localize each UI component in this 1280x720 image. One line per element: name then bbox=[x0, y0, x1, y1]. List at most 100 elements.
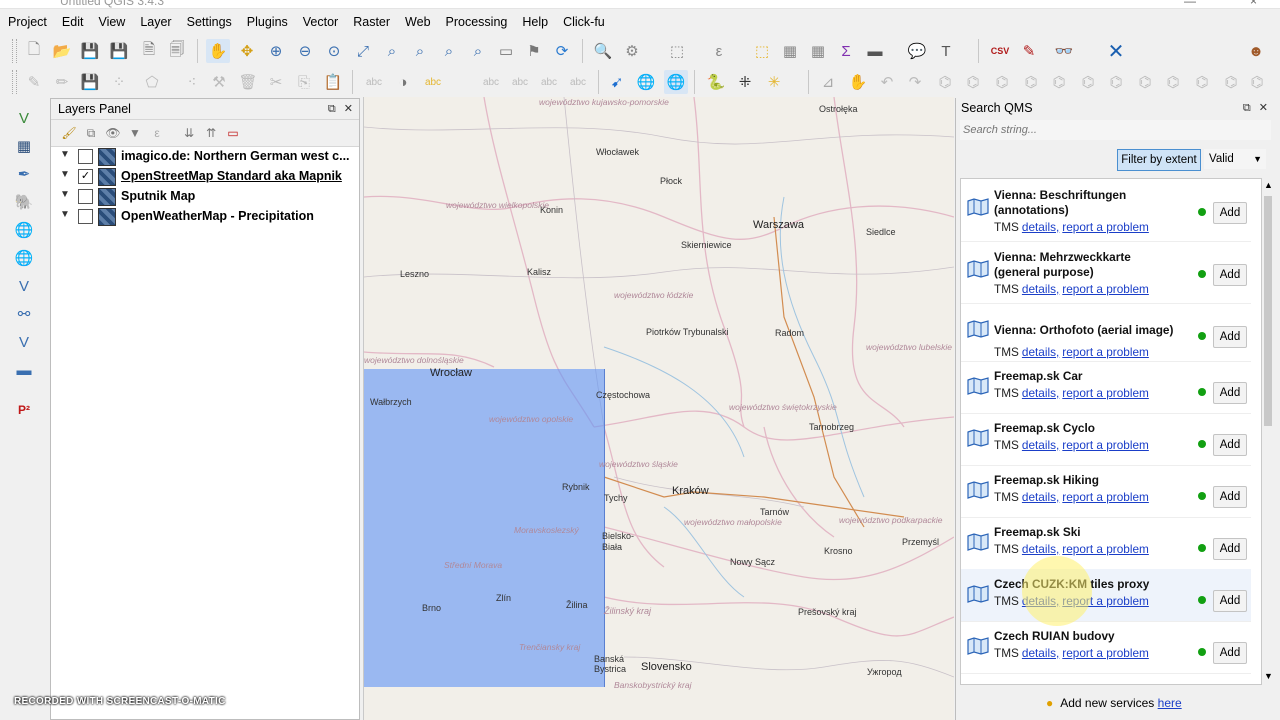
details-link[interactable]: details, bbox=[1022, 490, 1059, 504]
status-filter-select[interactable]: Valid ▼ bbox=[1204, 149, 1266, 169]
details-link[interactable]: details, bbox=[1022, 646, 1059, 660]
details-link[interactable]: details, bbox=[1022, 282, 1059, 296]
menu-settings[interactable]: Settings bbox=[179, 12, 239, 32]
identify-icon[interactable]: 🔍 bbox=[591, 39, 615, 63]
toolbar-grip[interactable] bbox=[12, 39, 17, 63]
split-parts-icon[interactable]: ⌬ bbox=[1047, 70, 1071, 94]
scroll-thumb[interactable] bbox=[1264, 196, 1272, 426]
collapse-all-icon[interactable]: ⇈ bbox=[199, 121, 223, 145]
expand-arrow-icon[interactable]: ▼ bbox=[60, 209, 70, 220]
reshape-icon[interactable]: ⌬ bbox=[961, 70, 985, 94]
measure-icon[interactable]: ▬ bbox=[863, 39, 887, 63]
report-problem-link[interactable]: report a problem bbox=[1062, 438, 1149, 452]
add-part-icon[interactable]: ⌬ bbox=[1219, 70, 1243, 94]
layer-row[interactable]: ▼ imagico.de: Northern German west c... bbox=[51, 147, 357, 167]
expand-arrow-icon[interactable]: ▼ bbox=[60, 169, 70, 180]
delete-selected-icon[interactable]: 🗑 bbox=[236, 70, 260, 94]
plugin-grid-icon[interactable]: ⁜ bbox=[733, 70, 757, 94]
qms-search-icon[interactable]: 🌐 bbox=[634, 70, 658, 94]
scroll-up-icon[interactable]: ▲ bbox=[1264, 180, 1273, 190]
plugin-x-icon[interactable]: ✕ bbox=[1104, 39, 1128, 63]
split-features-icon[interactable]: ⌬ bbox=[1019, 70, 1043, 94]
merge-attributes-icon[interactable]: ⌬ bbox=[1104, 70, 1128, 94]
style-manager-icon[interactable]: ◑ bbox=[391, 70, 415, 94]
add-service-button[interactable]: Add bbox=[1213, 434, 1247, 456]
expand-arrow-icon[interactable]: ▼ bbox=[60, 189, 70, 200]
refresh-icon[interactable]: ⟳ bbox=[550, 39, 574, 63]
menu-layer[interactable]: Layer bbox=[132, 12, 178, 32]
details-link[interactable]: details, bbox=[1022, 542, 1059, 556]
select-features-icon[interactable]: ⬚ bbox=[665, 39, 689, 63]
add-service-button[interactable]: Add bbox=[1213, 264, 1247, 286]
text-annotation-icon[interactable]: T bbox=[934, 39, 958, 63]
close-window-button[interactable]: × bbox=[1250, 0, 1257, 8]
details-link[interactable]: details, bbox=[1022, 438, 1059, 452]
digitize-icon[interactable]: ⁘ bbox=[107, 70, 131, 94]
merge-features-icon[interactable]: ⌬ bbox=[1076, 70, 1100, 94]
add-services-link[interactable]: here bbox=[1158, 696, 1182, 710]
new-map-view-icon[interactable]: ▭ bbox=[494, 39, 518, 63]
select-cursor-icon[interactable]: ➹ bbox=[605, 70, 629, 94]
close-panel-icon[interactable]: ✕ bbox=[344, 103, 353, 115]
qms-panel-icon[interactable]: 🌐 bbox=[664, 70, 688, 94]
new-print-layout-icon[interactable]: 🗎 bbox=[137, 39, 161, 63]
add-service-button[interactable]: Add bbox=[1213, 202, 1247, 224]
statistics-icon[interactable]: Σ bbox=[834, 39, 858, 63]
pan-to-selection-icon[interactable]: ✥ bbox=[235, 39, 259, 63]
layout-manager-icon[interactable]: 🗐 bbox=[165, 39, 189, 63]
zoom-next-icon[interactable]: ⌕ bbox=[466, 39, 490, 63]
service-row[interactable]: Czech RUIAN budovy TMS details, report a pr… bbox=[961, 621, 1251, 674]
redo-icon[interactable]: ↷ bbox=[903, 70, 927, 94]
menu-plugins[interactable]: Plugins bbox=[239, 12, 295, 32]
copy-features-icon[interactable]: ⎘ bbox=[292, 70, 316, 94]
label-tool-icon[interactable]: abc bbox=[362, 70, 386, 94]
map-tips-icon[interactable]: 💬 bbox=[905, 39, 929, 63]
menu-vector[interactable]: Vector bbox=[295, 12, 345, 32]
menu-clickfu[interactable]: Click-fu bbox=[555, 12, 612, 32]
add-delimited-text-icon[interactable]: V bbox=[12, 330, 36, 354]
layer-row[interactable]: ▼ OpenWeatherMap - Precipitation bbox=[51, 207, 357, 227]
layer-visibility-checkbox[interactable] bbox=[78, 209, 93, 224]
add-service-button[interactable]: Add bbox=[1213, 538, 1247, 560]
service-row[interactable]: Vienna: Orthofoto (aerial image) TMS detai… bbox=[961, 303, 1251, 362]
zoom-full-icon[interactable]: ⤢ bbox=[351, 39, 375, 63]
service-row[interactable]: Freemap.sk Car TMS details, report a proble… bbox=[961, 361, 1251, 414]
expand-all-icon[interactable]: ⇊ bbox=[177, 121, 201, 145]
menu-processing[interactable]: Processing bbox=[438, 12, 515, 32]
select-value-icon[interactable]: ε bbox=[707, 39, 731, 63]
filter-legend-icon[interactable]: ▼ bbox=[123, 121, 147, 145]
add-service-button[interactable]: Add bbox=[1213, 326, 1247, 348]
menu-web[interactable]: Web bbox=[397, 12, 437, 32]
remove-layer-icon[interactable]: ▭ bbox=[221, 121, 245, 145]
report-problem-link[interactable]: report a problem bbox=[1062, 345, 1149, 359]
zoom-native-icon[interactable]: ⊙ bbox=[322, 39, 346, 63]
zoom-layer-icon[interactable]: ⌕ bbox=[408, 39, 432, 63]
add-virtual-layer-icon[interactable]: ⚯ bbox=[12, 302, 36, 326]
p2-plugin-icon[interactable]: P² bbox=[12, 398, 36, 422]
add-raster-layer-icon[interactable]: ▦ bbox=[12, 134, 36, 158]
attribute-table-icon[interactable]: ▦ bbox=[778, 39, 802, 63]
paste-features-icon[interactable]: 📋 bbox=[321, 70, 345, 94]
menu-help[interactable]: Help bbox=[514, 12, 555, 32]
zoom-out-icon[interactable]: ⊖ bbox=[293, 39, 317, 63]
menu-project[interactable]: Project bbox=[0, 12, 54, 32]
service-row[interactable]: Freemap.sk Ski TMS details, report a proble… bbox=[961, 517, 1251, 570]
add-vector-layer-icon[interactable]: V bbox=[12, 106, 36, 130]
report-problem-link[interactable]: report a problem bbox=[1062, 282, 1149, 296]
simplify-icon[interactable]: ⌬ bbox=[1161, 70, 1185, 94]
advanced-digitize-icon[interactable]: ⌬ bbox=[933, 70, 957, 94]
service-row[interactable]: Freemap.sk Cyclo TMS details, report a prob… bbox=[961, 413, 1251, 466]
details-link[interactable]: details, bbox=[1022, 220, 1059, 234]
report-problem-link[interactable]: report a problem bbox=[1062, 490, 1149, 504]
offset-curve-icon[interactable]: ⌬ bbox=[990, 70, 1014, 94]
add-ring-icon[interactable]: ⌬ bbox=[1190, 70, 1214, 94]
layer-row[interactable]: ▼ Sputnik Map bbox=[51, 187, 357, 207]
add-postgis-icon[interactable]: 🐘 bbox=[12, 190, 36, 214]
menu-raster[interactable]: Raster bbox=[345, 12, 397, 32]
map-canvas[interactable]: województwo kujawsko-pomorskie województ… bbox=[363, 97, 954, 720]
actions-icon[interactable]: ⚙ bbox=[620, 39, 644, 63]
zoom-selection-icon[interactable]: ⌕ bbox=[380, 39, 404, 63]
filter-by-extent-button[interactable]: Filter by extent bbox=[1117, 149, 1201, 171]
modify-attributes-icon[interactable]: ⚒ bbox=[207, 70, 231, 94]
pan-map-icon[interactable]: ✋ bbox=[206, 39, 230, 63]
